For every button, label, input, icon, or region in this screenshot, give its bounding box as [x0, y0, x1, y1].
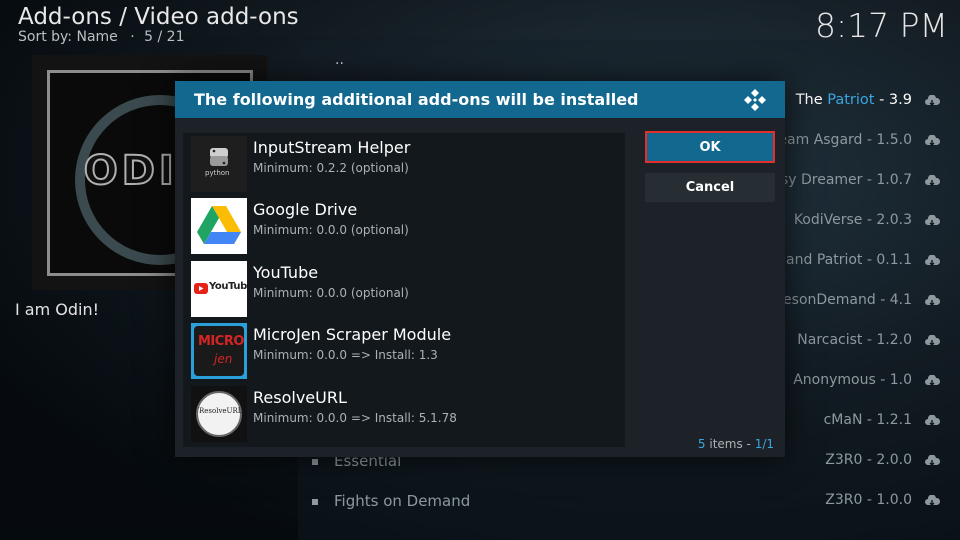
- list-item[interactable]: Narcacist - 1.2.0: [797, 332, 912, 348]
- cloud-download-icon: [924, 175, 940, 187]
- list-item[interactable]: cMaN - 1.2.1: [824, 412, 912, 428]
- microjen-icon-text-2: jen: [214, 352, 233, 366]
- cloud-download-icon: [924, 295, 940, 307]
- cancel-button[interactable]: Cancel: [645, 173, 775, 202]
- addon-version: Minimum: 0.0.0 (optional): [253, 223, 409, 237]
- list-item[interactable]: ResolveURL ResolveURL Minimum: 0.0.0 => …: [191, 386, 621, 442]
- install-dependencies-dialog: The following additional add-ons will be…: [175, 81, 785, 457]
- cloud-download-icon: [924, 95, 940, 107]
- ok-button[interactable]: OK: [645, 131, 775, 163]
- microjen-icon: MICRO jen: [191, 323, 247, 379]
- kodi-icon: [743, 88, 767, 112]
- dialog-header: The following additional add-ons will be…: [175, 81, 785, 118]
- list-item[interactable]: Fights on Demand: [312, 492, 470, 510]
- page-indicator: 1/1: [754, 437, 774, 451]
- cloud-download-icon: [924, 255, 940, 267]
- addon-name: YouTube: [253, 263, 319, 282]
- google-drive-icon: [191, 198, 247, 254]
- bullet-icon: [312, 458, 318, 465]
- sort-separator: ·: [130, 29, 135, 45]
- item-count-number: 5: [697, 437, 706, 451]
- list-item[interactable]: python InputStream Helper Minimum: 0.2.2…: [191, 136, 621, 192]
- resolveurl-icon-text: ResolveURL: [199, 407, 243, 415]
- addon-version: Minimum: 0.0.0 => Install: 1.3: [253, 348, 438, 362]
- list-item[interactable]: Anonymous - 1.0: [793, 372, 912, 388]
- addon-version: Minimum: 0.0.0 (optional): [253, 286, 409, 300]
- cloud-download-icon: [924, 455, 940, 467]
- item-label-highlight: Patriot: [827, 92, 875, 108]
- item-label-prefix: The: [795, 92, 828, 108]
- item-label-suffix: - 3.9: [874, 92, 912, 108]
- addon-version: Minimum: 0.0.0 => Install: 5.1.78: [253, 411, 457, 425]
- youtube-icon-text: YouTube: [209, 281, 247, 292]
- addon-version: Minimum: 0.2.2 (optional): [253, 161, 409, 175]
- addon-description: I am Odin!: [15, 300, 100, 319]
- cloud-download-icon: [924, 215, 940, 227]
- list-item[interactable]: KodiVerse - 2.0.3: [794, 212, 912, 228]
- sort-label: Sort by: Name: [18, 29, 118, 45]
- python-icon: python: [191, 136, 247, 192]
- list-item[interactable]: Team Asgard - 1.5.0: [772, 132, 912, 148]
- list-item[interactable]: Z3R0 - 2.0.0: [825, 452, 912, 468]
- cloud-download-icon: [924, 135, 940, 147]
- item-count-label: items -: [705, 437, 755, 451]
- cloud-download-icon: [924, 375, 940, 387]
- cloud-download-icon: [924, 415, 940, 427]
- item-label: Fights on Demand: [334, 492, 471, 510]
- addon-name: Google Drive: [253, 200, 358, 219]
- list-item[interactable]: YouTube YouTube Minimum: 0.0.0 (optional…: [191, 261, 621, 317]
- addon-name: ResolveURL: [253, 388, 347, 407]
- addon-dependency-list: python InputStream Helper Minimum: 0.2.2…: [183, 133, 625, 447]
- addon-name: InputStream Helper: [253, 138, 411, 157]
- cloud-download-icon: [924, 495, 940, 507]
- page-title: Add-ons / Video add-ons: [18, 4, 299, 30]
- microjen-icon-text: MICRO: [198, 334, 244, 349]
- list-item[interactable]: Z3R0 - 1.0.0: [825, 492, 912, 508]
- youtube-icon: YouTube: [191, 261, 247, 317]
- list-item[interactable]: Google Drive Minimum: 0.0.0 (optional): [191, 198, 621, 254]
- sort-info: Sort by: Name · 5 / 21: [18, 29, 184, 45]
- bullet-icon: [312, 498, 318, 505]
- list-item[interactable]: The Patriot - 3.9: [796, 92, 912, 108]
- parent-folder-item[interactable]: ..: [335, 52, 344, 68]
- item-count: 5 items - 1/1: [698, 437, 774, 451]
- addon-name: MicroJen Scraper Module: [253, 325, 452, 344]
- list-item[interactable]: MICRO jen MicroJen Scraper Module Minimu…: [191, 323, 621, 379]
- list-position: 5 / 21: [144, 29, 185, 45]
- dialog-title: The following additional add-ons will be…: [194, 90, 639, 109]
- cloud-download-icon: [924, 335, 940, 347]
- python-icon-text: python: [205, 169, 230, 177]
- resolveurl-icon: ResolveURL: [191, 386, 247, 442]
